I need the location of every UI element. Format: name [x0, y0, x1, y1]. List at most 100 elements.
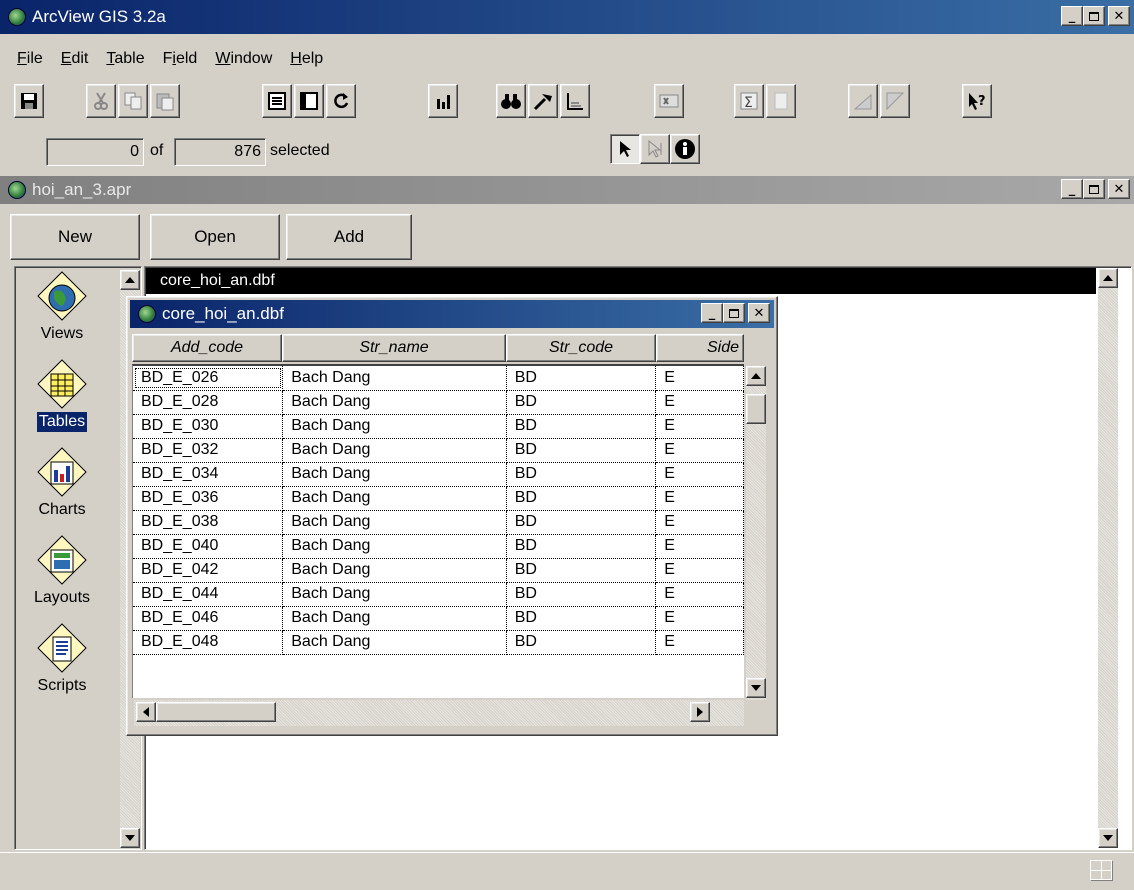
- summarize-button[interactable]: [654, 84, 684, 118]
- table-cell[interactable]: BD_E_034: [133, 462, 284, 487]
- table-cell[interactable]: BD: [506, 606, 657, 631]
- table-cell[interactable]: BD_E_030: [133, 414, 284, 439]
- table-row[interactable]: BD_E_044 Bach Dang BD E: [133, 582, 744, 607]
- table-cell[interactable]: E: [655, 534, 744, 559]
- table-scroll-up[interactable]: [746, 366, 766, 386]
- column-header-str-name[interactable]: Str_name: [282, 334, 506, 362]
- table-cell[interactable]: Bach Dang: [282, 606, 507, 631]
- table-cell[interactable]: E: [655, 510, 744, 535]
- promote-button[interactable]: [294, 84, 324, 118]
- table-title-bar[interactable]: core_hoi_an.dbf _ ✕: [130, 300, 774, 328]
- table-cell[interactable]: BD: [506, 534, 657, 559]
- calculate-button[interactable]: Σ: [734, 84, 764, 118]
- table-cell[interactable]: Bach Dang: [282, 462, 507, 487]
- refresh-button[interactable]: [326, 84, 356, 118]
- select-tool-button[interactable]: [610, 134, 640, 164]
- table-cell[interactable]: BD: [506, 486, 657, 511]
- table-horizontal-thumb[interactable]: [156, 702, 276, 722]
- table-close-button[interactable]: ✕: [748, 303, 770, 323]
- new-button[interactable]: New: [10, 214, 140, 260]
- sort-ascending-button[interactable]: [848, 84, 878, 118]
- doc-type-charts[interactable]: Charts: [12, 446, 112, 520]
- document-list-scroll-up[interactable]: [1098, 268, 1118, 288]
- table-cell[interactable]: E: [655, 582, 744, 607]
- table-cell[interactable]: BD_E_042: [133, 558, 284, 583]
- table-cell[interactable]: E: [655, 558, 744, 583]
- table-cell[interactable]: Bach Dang: [282, 390, 507, 415]
- sort-button[interactable]: [560, 84, 590, 118]
- resize-grip-icon[interactable]: [1090, 860, 1112, 880]
- table-cell[interactable]: Bach Dang: [282, 486, 507, 511]
- table-scroll-right[interactable]: [690, 702, 710, 722]
- table-row[interactable]: BD_E_028 Bach Dang BD E: [133, 390, 744, 415]
- project-close-button[interactable]: ✕: [1108, 179, 1130, 199]
- table-row[interactable]: BD_E_038 Bach Dang BD E: [133, 510, 744, 535]
- table-cell[interactable]: E: [655, 630, 744, 655]
- find-button[interactable]: [496, 84, 526, 118]
- table-cell[interactable]: BD: [506, 366, 657, 391]
- table-cell[interactable]: BD_E_046: [133, 606, 284, 631]
- table-cell[interactable]: E: [655, 486, 744, 511]
- table-cell[interactable]: E: [655, 606, 744, 631]
- table-scroll-left[interactable]: [136, 702, 156, 722]
- table-minimize-button[interactable]: _: [701, 303, 723, 323]
- table-cell[interactable]: BD: [506, 558, 657, 583]
- table-cell[interactable]: BD_E_048: [133, 630, 284, 655]
- column-header-str-code[interactable]: Str_code: [506, 334, 656, 362]
- table-row[interactable]: BD_E_026 Bach Dang BD E: [133, 366, 744, 391]
- table-cell[interactable]: BD: [506, 438, 657, 463]
- table-cell[interactable]: BD: [506, 462, 657, 487]
- table-cell[interactable]: BD: [506, 582, 657, 607]
- table-scroll-down[interactable]: [746, 678, 766, 698]
- properties-button[interactable]: [262, 84, 292, 118]
- copy-button[interactable]: [118, 84, 148, 118]
- paste-button[interactable]: [150, 84, 180, 118]
- save-button[interactable]: [14, 84, 44, 118]
- open-button[interactable]: Open: [150, 214, 280, 260]
- table-row[interactable]: BD_E_046 Bach Dang BD E: [133, 606, 744, 631]
- minimize-button[interactable]: _: [1061, 6, 1083, 26]
- table-cell[interactable]: Bach Dang: [282, 558, 507, 583]
- table-row[interactable]: BD_E_030 Bach Dang BD E: [133, 414, 744, 439]
- table-cell[interactable]: BD: [506, 414, 657, 439]
- table-cell[interactable]: E: [655, 390, 744, 415]
- menu-file[interactable]: File: [8, 48, 52, 70]
- menu-field[interactable]: Field: [154, 48, 207, 70]
- column-header-add-code[interactable]: Add_code: [132, 334, 282, 362]
- table-cell[interactable]: Bach Dang: [282, 630, 507, 655]
- table-row[interactable]: BD_E_036 Bach Dang BD E: [133, 486, 744, 511]
- table-cell[interactable]: BD: [506, 390, 657, 415]
- join-button[interactable]: [766, 84, 796, 118]
- doc-type-layouts[interactable]: Layouts: [12, 534, 112, 608]
- table-cell[interactable]: BD_E_038: [133, 510, 284, 535]
- table-row[interactable]: BD_E_048 Bach Dang BD E: [133, 630, 744, 655]
- table-cell[interactable]: Bach Dang: [282, 510, 507, 535]
- doc-type-tables[interactable]: Tables: [12, 358, 112, 432]
- document-list-scrollbar[interactable]: [1098, 268, 1118, 848]
- table-cell[interactable]: BD: [506, 630, 657, 655]
- chart-button[interactable]: [428, 84, 458, 118]
- table-cell[interactable]: Bach Dang: [282, 366, 507, 391]
- document-list-scroll-down[interactable]: [1098, 828, 1118, 848]
- app-title-bar[interactable]: ArcView GIS 3.2a _ ✕: [0, 0, 1134, 34]
- menu-table[interactable]: Table: [97, 48, 153, 70]
- help-button[interactable]: ?: [962, 84, 992, 118]
- table-cell[interactable]: Bach Dang: [282, 438, 507, 463]
- table-cell[interactable]: BD: [506, 510, 657, 535]
- table-cell[interactable]: Bach Dang: [282, 582, 507, 607]
- table-maximize-button[interactable]: [723, 303, 745, 323]
- doc-type-views[interactable]: Views: [12, 270, 112, 344]
- close-button[interactable]: ✕: [1108, 6, 1130, 26]
- project-maximize-button[interactable]: [1083, 179, 1105, 199]
- table-row[interactable]: BD_E_040 Bach Dang BD E: [133, 534, 744, 559]
- table-cell[interactable]: E: [655, 462, 744, 487]
- table-cell[interactable]: BD_E_032: [133, 438, 284, 463]
- menu-edit[interactable]: Edit: [52, 48, 98, 70]
- table-cell[interactable]: E: [655, 366, 744, 391]
- document-item[interactable]: core_hoi_an.dbf: [146, 268, 1096, 294]
- table-cell[interactable]: BD_E_036: [133, 486, 284, 511]
- identify-tool-button[interactable]: [670, 134, 700, 164]
- doc-type-scroll-down[interactable]: [120, 828, 140, 848]
- sort-descending-button[interactable]: [880, 84, 910, 118]
- project-title-bar[interactable]: hoi_an_3.apr _ ✕: [0, 176, 1134, 204]
